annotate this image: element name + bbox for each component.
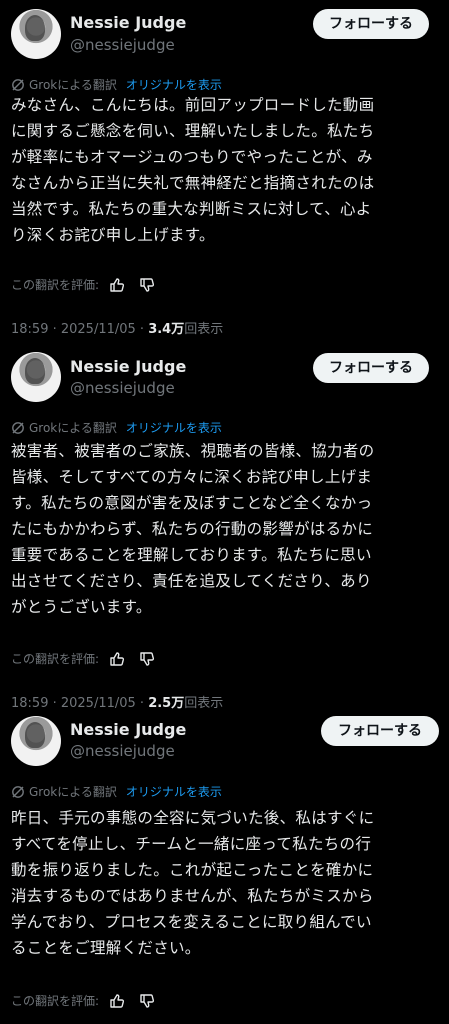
author-name[interactable]: Nessie Judge [70,357,186,376]
post-text: 被害者、被害者のご家族、視聴者の皆様、協力者の 皆様、そしてすべての方々に深くお… [11,438,441,620]
translation-label: Grokによる翻訳 [29,785,117,799]
text-line: 被害者、被害者のご家族、視聴者の皆様、協力者の [11,442,375,460]
grok-icon [12,421,24,434]
rate-translation: この翻訳を評価: [11,650,155,667]
author-handle[interactable]: @nessiejudge [70,36,175,54]
text-line: に関するご懸念を伺い、理解いたしました。私たち [11,122,375,140]
author-name[interactable]: Nessie Judge [70,720,186,739]
rate-label: この翻訳を評価: [11,652,100,666]
follow-button[interactable]: フォローする [313,353,429,383]
translation-bar: Grokによる翻訳 オリジナルを表示 [11,783,222,800]
text-line: 学んでおり、プロセスを変えることに取り組んでい [11,913,372,931]
text-line: がとうございます。 [11,598,152,616]
text-line: 消去するものではありませんが、私たちがミスから [11,887,374,905]
show-original-link[interactable]: オリジナルを表示 [126,783,222,800]
thumbs-up-icon[interactable] [109,993,125,1009]
translation-label: Grokによる翻訳 [29,421,117,435]
text-line: 動を振り返りました。これが起こったことを確かに [11,861,374,879]
text-line: す。私たちの意図が害を及ぼすことなど全くなかっ [11,494,373,512]
rate-label: この翻訳を評価: [11,278,100,292]
follow-button[interactable]: フォローする [321,716,439,746]
text-line: みなさん、こんにちは。前回アップロードした動画 [11,96,375,114]
text-line: 当然です。私たちの重大な判断ミスに対して、心よ [11,200,372,218]
author-handle[interactable]: @nessiejudge [70,742,175,760]
thumbs-down-icon[interactable] [139,993,155,1009]
text-line: 出させてくださり、責任を追及してくださり、あり [11,572,372,590]
translation-bar: Grokによる翻訳 オリジナルを表示 [11,419,222,436]
show-original-link[interactable]: オリジナルを表示 [126,76,222,93]
author-name[interactable]: Nessie Judge [70,13,186,32]
thumbs-up-icon[interactable] [109,277,125,293]
avatar[interactable] [11,716,61,766]
rate-translation: この翻訳を評価: [11,276,155,293]
show-original-link[interactable]: オリジナルを表示 [126,419,222,436]
view-count: 3.4万 [148,322,185,337]
text-line: 重要であることを理解しております。私たちに思い [11,546,372,564]
translation-bar: Grokによる翻訳 オリジナルを表示 [11,76,222,93]
grok-icon [12,78,24,91]
post-text: みなさん、こんにちは。前回アップロードした動画 に関するご懸念を伺い、理解いたし… [11,92,441,248]
views-label: 回表示 [184,322,224,337]
post-text: 昨日、手元の事態の全容に気づいた後、私はすぐに すべてを停止し、チームと一緒に座… [11,805,441,961]
text-line: たにもかかわらず、私たちの行動の影響がはるかに [11,520,374,538]
timestamp[interactable]: 18:59 · 2025/11/05 · [11,696,148,711]
text-line: 昨日、手元の事態の全容に気づいた後、私はすぐに [11,809,375,827]
text-line: なさんから正当に失礼で無神経だと指摘されたのは [11,174,375,192]
text-line: すべてを停止し、チームと一緒に座って私たちの行 [11,835,372,853]
thumbs-down-icon[interactable] [139,651,155,667]
rate-translation: この翻訳を評価: [11,992,155,1009]
view-count: 2.5万 [148,696,185,711]
thumbs-down-icon[interactable] [139,277,155,293]
text-line: り深くお詫び申し上げます。 [11,226,215,244]
views-label: 回表示 [184,696,224,711]
avatar[interactable] [11,352,61,402]
post-meta: 18:59 · 2025/11/05 · 2.5万回表示 [11,692,223,711]
grok-icon [12,785,24,798]
timestamp[interactable]: 18:59 · 2025/11/05 · [11,322,148,337]
text-line: ることをご理解ください。 [11,939,201,957]
rate-label: この翻訳を評価: [11,994,100,1008]
text-line: 皆様、そしてすべての方々に深くお詫び申し上げま [11,468,373,486]
translation-label: Grokによる翻訳 [29,78,117,92]
thumbs-up-icon[interactable] [109,651,125,667]
post-meta: 18:59 · 2025/11/05 · 3.4万回表示 [11,318,223,337]
avatar[interactable] [11,9,61,59]
author-handle[interactable]: @nessiejudge [70,379,175,397]
text-line: が軽率にもオマージュのつもりでやったことが、み [11,148,373,166]
follow-button[interactable]: フォローする [313,9,429,39]
